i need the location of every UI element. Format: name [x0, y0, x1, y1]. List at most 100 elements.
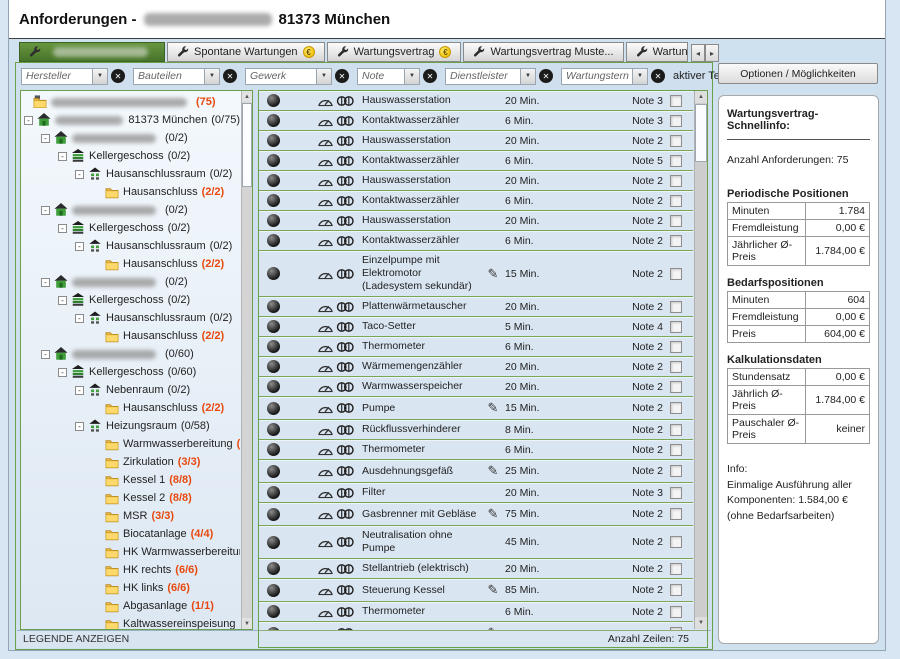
tree-node-nebenraum[interactable]: -Nebenraum(0/2) — [23, 381, 240, 399]
dropdown-arrow-icon[interactable]: ▼ — [633, 68, 648, 85]
row-checkbox[interactable] — [670, 508, 682, 520]
tree-node-hausanschluss[interactable]: Hausanschluss(2/2) — [23, 327, 240, 345]
dropdown-arrow-icon[interactable]: ▼ — [93, 68, 108, 85]
list-row-w-rmemengenz-hler[interactable]: Wärmemengenzähler20 Min.Note 2 — [259, 357, 693, 377]
scroll-up-icon[interactable]: ▲ — [242, 91, 252, 102]
row-checkbox[interactable] — [670, 381, 682, 393]
tree-node-hk-rechts[interactable]: HK rechts(6/6) — [23, 561, 240, 579]
dropdown-arrow-icon[interactable]: ▼ — [521, 68, 536, 85]
row-checkbox[interactable] — [670, 175, 682, 187]
row-checkbox[interactable] — [670, 606, 682, 618]
list-row-thermometer[interactable]: Thermometer6 Min.Note 2 — [259, 602, 693, 622]
pencil-icon[interactable]: ✎ — [481, 582, 505, 598]
tree-scrollbar[interactable]: ▲ ▼ — [241, 91, 252, 629]
tree-node-hausanschlussraum[interactable]: -Hausanschlussraum(0/2) — [23, 165, 240, 183]
list-row-warmwasserspeicher[interactable]: Warmwasserspeicher20 Min.Note 2 — [259, 377, 693, 397]
scroll-down-icon[interactable]: ▼ — [695, 617, 707, 629]
pencil-icon[interactable]: ✎ — [481, 463, 505, 479]
list-row-hauswasserstation[interactable]: Hauswasserstation20 Min.Note 2 — [259, 211, 693, 231]
tree-node-kaltwassereinspeisung[interactable]: Kaltwassereinspeisung(1/1) — [23, 615, 240, 630]
tree-node-biocatanlage[interactable]: Biocatanlage(4/4) — [23, 525, 240, 543]
row-checkbox[interactable] — [670, 301, 682, 313]
scrollbar-thumb[interactable] — [242, 103, 252, 187]
tab-building-redacted[interactable] — [19, 42, 165, 62]
expander-icon[interactable]: - — [75, 242, 84, 251]
expander-icon[interactable]: - — [58, 152, 67, 161]
tree-node-msr[interactable]: MSR(3/3) — [23, 507, 240, 525]
tab-wartungsvertrag[interactable]: Wartungsvertrag — [626, 42, 688, 62]
pencil-icon[interactable]: ✎ — [481, 266, 505, 282]
row-checkbox[interactable] — [670, 465, 682, 477]
row-checkbox[interactable] — [670, 361, 682, 373]
clear-filter-icon[interactable]: ✕ — [223, 69, 237, 83]
tree-node-hk-warmwasserbereitung[interactable]: HK Warmwasserbereitung(8/8) — [23, 543, 240, 561]
scrollbar-thumb[interactable] — [695, 104, 707, 162]
dropdown-arrow-icon[interactable]: ▼ — [205, 68, 220, 85]
row-checkbox[interactable] — [670, 235, 682, 247]
list-row-stellantrieb-elektrisch[interactable]: Stellantrieb (elektrisch)20 Min.Note 2 — [259, 559, 693, 579]
tab-wartungsvertrag[interactable]: Wartungsvertrag€ — [327, 42, 462, 62]
tree-node-kessel-2[interactable]: Kessel 2(8/8) — [23, 489, 240, 507]
expander-icon[interactable]: - — [75, 170, 84, 179]
list-row-hauswasserstation[interactable]: Hauswasserstation20 Min.Note 2 — [259, 131, 693, 151]
tab-wartungsvertrag-muste[interactable]: Wartungsvertrag Muste... — [463, 42, 623, 62]
row-checkbox[interactable] — [670, 115, 682, 127]
row-checkbox[interactable] — [670, 135, 682, 147]
pencil-icon[interactable]: ✎ — [481, 506, 505, 522]
list-row-r-ckflussverhinderer[interactable]: Rückflussverhinderer8 Min.Note 2 — [259, 420, 693, 440]
clear-filter-icon[interactable]: ✕ — [423, 69, 437, 83]
row-checkbox[interactable] — [670, 487, 682, 499]
clear-filter-icon[interactable]: ✕ — [111, 69, 125, 83]
list-row-einzelpumpe-mit-elektromotor-ladesystem-sekund-r[interactable]: Einzelpumpe mit Elektromotor (Ladesystem… — [259, 251, 693, 297]
tree-node-redacted[interactable]: (75) — [23, 93, 240, 111]
list-row[interactable]: ✎ — [259, 622, 693, 630]
expander-icon[interactable]: - — [58, 224, 67, 233]
tree-node-redacted[interactable]: -(0/2) — [23, 201, 240, 219]
tab-scroll-left-icon[interactable]: ◂ — [691, 44, 705, 62]
clear-filter-icon[interactable]: ✕ — [335, 69, 349, 83]
list-row-kontaktwasserz-hler[interactable]: Kontaktwasserzähler6 Min.Note 3 — [259, 111, 693, 131]
tree-node-kellergeschoss[interactable]: -Kellergeschoss(0/60) — [23, 363, 240, 381]
filter-input-bauteilen[interactable]: Bauteilen — [133, 68, 205, 85]
tree-node-kellergeschoss[interactable]: -Kellergeschoss(0/2) — [23, 219, 240, 237]
list-row-hauswasserstation[interactable]: Hauswasserstation20 Min.Note 3 — [259, 91, 693, 111]
tree-node-kessel-1[interactable]: Kessel 1(8/8) — [23, 471, 240, 489]
list-row-ausdehnungsgef[interactable]: Ausdehnungsgefäß✎25 Min.Note 2 — [259, 460, 693, 483]
tree-node-heizungsraum[interactable]: -Heizungsraum(0/58) — [23, 417, 240, 435]
tree-node-hausanschlussraum[interactable]: -Hausanschlussraum(0/2) — [23, 309, 240, 327]
tab-scroll-right-icon[interactable]: ▸ — [705, 44, 719, 62]
list-row-neutralisation-ohne-pumpe[interactable]: Neutralisation ohne Pumpe45 Min.Note 2 — [259, 526, 693, 559]
list-row-thermometer[interactable]: Thermometer6 Min.Note 2 — [259, 337, 693, 357]
list-row-gasbrenner-mit-gebl-se[interactable]: Gasbrenner mit Gebläse✎75 Min.Note 2 — [259, 503, 693, 526]
filter-input-wartungstern[interactable]: Wartungstern — [561, 68, 633, 85]
row-checkbox[interactable] — [670, 195, 682, 207]
row-checkbox[interactable] — [670, 268, 682, 280]
clear-filter-icon[interactable]: ✕ — [539, 69, 553, 83]
filter-input-gewerk[interactable]: Gewerk — [245, 68, 317, 85]
tree-node-kellergeschoss[interactable]: -Kellergeschoss(0/2) — [23, 147, 240, 165]
list-row-steuerung-kessel[interactable]: Steuerung Kessel✎85 Min.Note 2 — [259, 579, 693, 602]
row-checkbox[interactable] — [670, 321, 682, 333]
scroll-down-icon[interactable]: ▼ — [242, 618, 252, 629]
expander-icon[interactable]: - — [75, 422, 84, 431]
tree-node-hausanschluss[interactable]: Hausanschluss(2/2) — [23, 183, 240, 201]
pencil-icon[interactable]: ✎ — [481, 400, 505, 416]
expander-icon[interactable]: - — [41, 206, 50, 215]
list-row-kontaktwasserz-hler[interactable]: Kontaktwasserzähler6 Min.Note 2 — [259, 191, 693, 211]
expander-icon[interactable]: - — [58, 368, 67, 377]
options-button[interactable]: Optionen / Möglichkeiten — [718, 63, 878, 84]
tree-node-kellergeschoss[interactable]: -Kellergeschoss(0/2) — [23, 291, 240, 309]
list-row-hauswasserstation[interactable]: Hauswasserstation20 Min.Note 2 — [259, 171, 693, 191]
tree-node-hausanschlussraum[interactable]: -Hausanschlussraum(0/2) — [23, 237, 240, 255]
list-row-kontaktwasserz-hler[interactable]: Kontaktwasserzähler6 Min.Note 5 — [259, 151, 693, 171]
tree-node-redacted[interactable]: -(0/2) — [23, 129, 240, 147]
expander-icon[interactable]: - — [58, 296, 67, 305]
row-checkbox[interactable] — [670, 444, 682, 456]
scroll-up-icon[interactable]: ▲ — [695, 91, 707, 103]
tree-node-redacted[interactable]: -(0/60) — [23, 345, 240, 363]
expander-icon[interactable]: - — [75, 314, 84, 323]
tree-node-hk-links[interactable]: HK links(6/6) — [23, 579, 240, 597]
filter-input-hersteller[interactable]: Hersteller — [21, 68, 93, 85]
tree-node-81373-m-nchen[interactable]: -81373 München(0/75) — [23, 111, 240, 129]
list-row-thermometer[interactable]: Thermometer6 Min.Note 2 — [259, 440, 693, 460]
